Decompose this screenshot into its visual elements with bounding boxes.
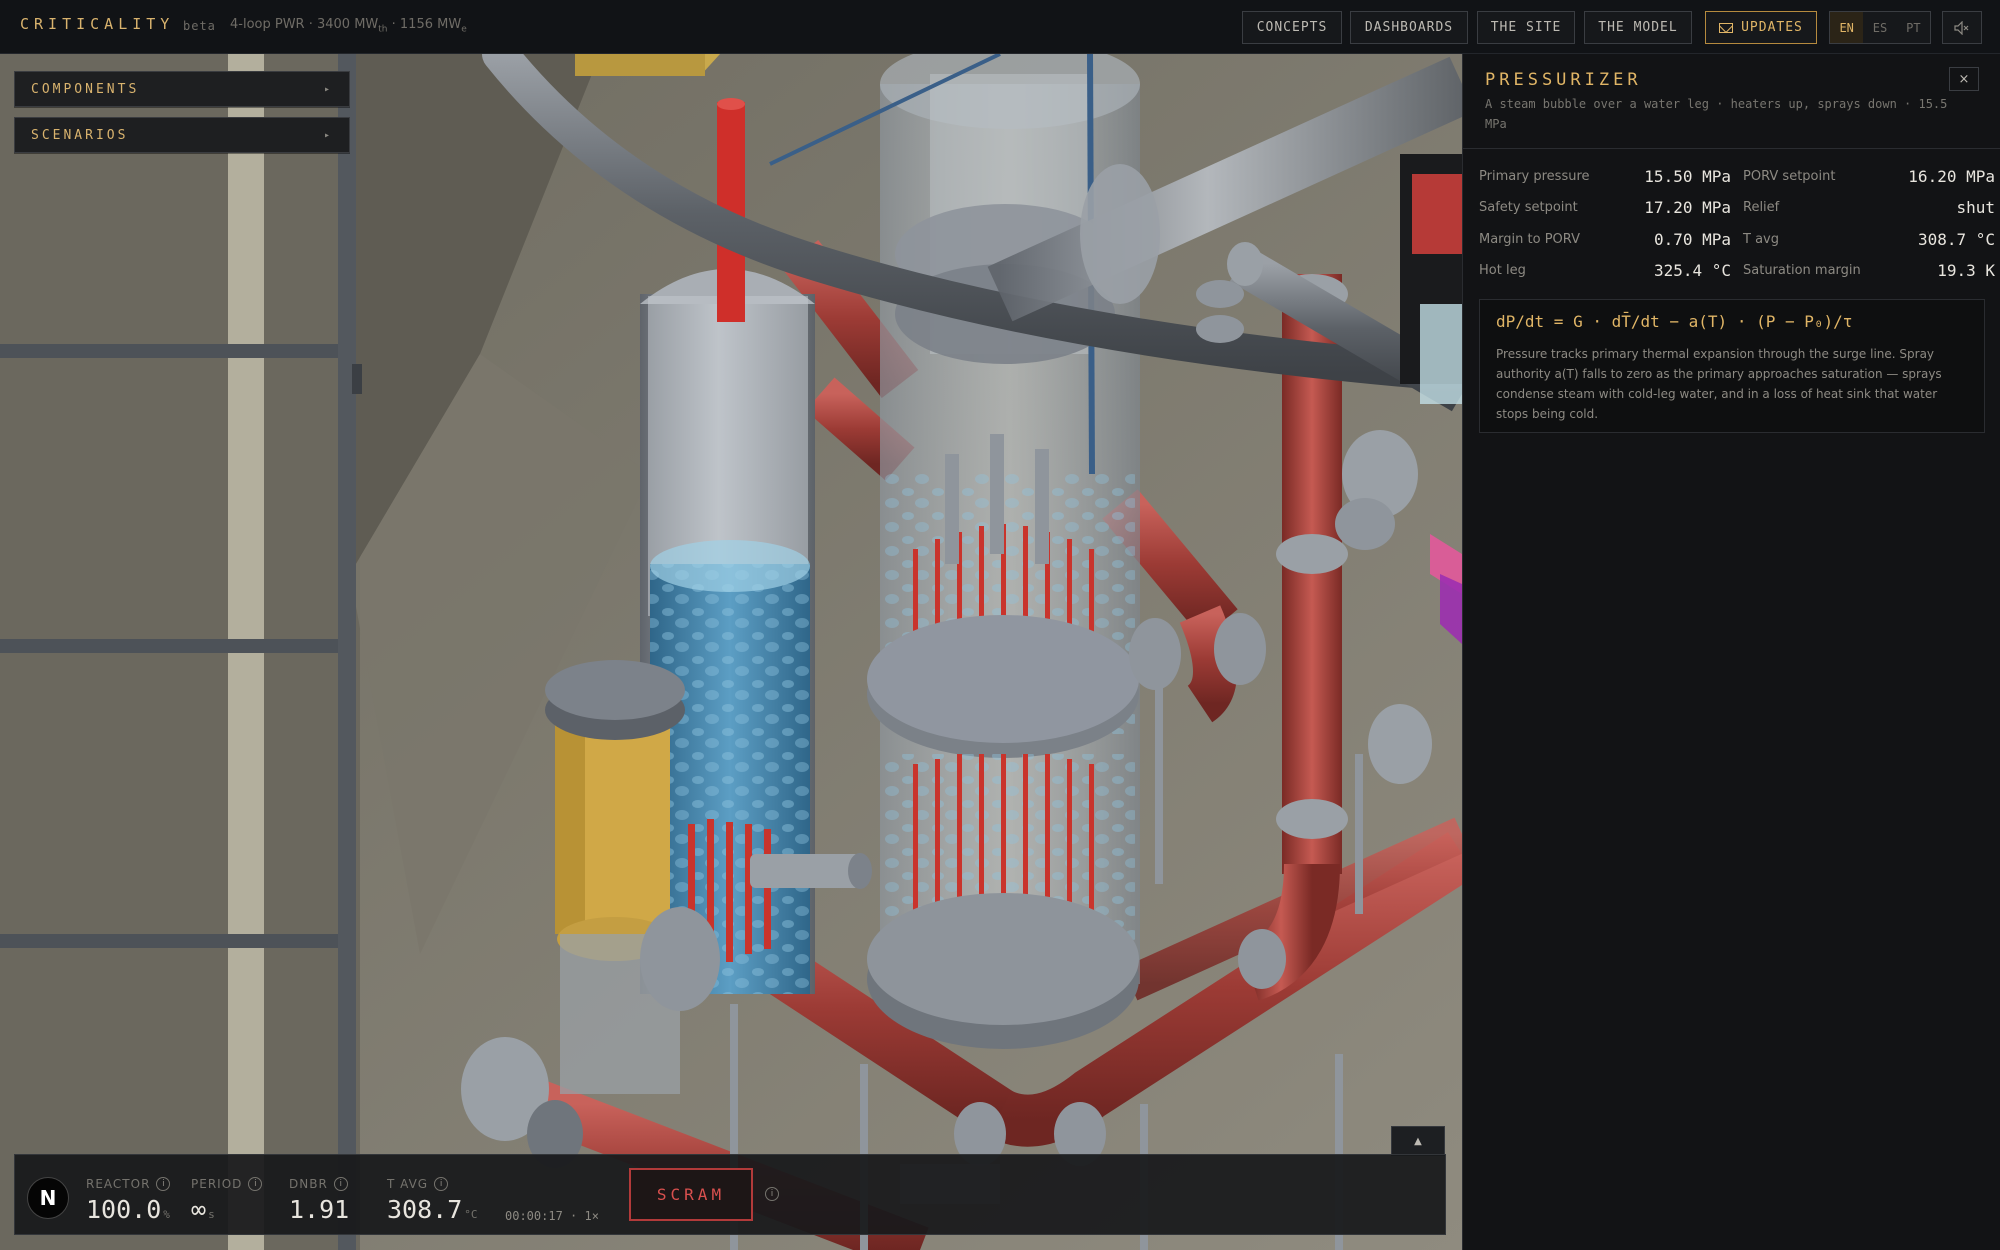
spec-main: 4-loop PWR · 3400 MW — [230, 17, 379, 32]
spec-sub-thermal: th — [378, 24, 388, 35]
lang-es-button[interactable]: ES — [1863, 12, 1896, 43]
mail-icon — [1719, 22, 1734, 33]
app-logo-icon[interactable]: N — [27, 1177, 69, 1219]
stat-row: Hot leg 325.4 °C — [1479, 255, 1731, 285]
model-explanation: Pressure tracks primary thermal expansio… — [1496, 347, 1942, 421]
nav-dashboards-button[interactable]: DASHBOARDS — [1350, 11, 1468, 44]
metric-unit: °C — [464, 1208, 478, 1221]
divider — [1463, 148, 2000, 149]
reactor-3d-view[interactable] — [0, 54, 1462, 1250]
metric-unit: % — [163, 1208, 170, 1221]
metric-label: PERIOD — [191, 1177, 243, 1191]
stat-key: PORV setpoint — [1743, 168, 1836, 184]
metric-t-avg: T AVG i 308.7 °C — [387, 1177, 478, 1224]
stat-value: 325.4 °C — [1653, 260, 1731, 280]
panel-subtitle: A steam bubble over a water leg · heater… — [1485, 97, 1948, 131]
nav-concepts-button[interactable]: CONCEPTS — [1242, 11, 1342, 44]
nav-the-model-button[interactable]: THE MODEL — [1584, 11, 1692, 44]
spec-sub-electric: e — [461, 24, 467, 35]
metric-unit: s — [208, 1208, 215, 1221]
expand-status-button[interactable]: ▲ — [1391, 1126, 1445, 1156]
panel-title: PRESSURIZER — [1485, 70, 1642, 90]
scenarios-label: SCENARIOS — [31, 127, 129, 143]
stat-value: 16.20 MPa — [1908, 166, 1995, 186]
metric-period: PERIOD i ∞ s — [191, 1177, 263, 1224]
close-icon[interactable]: × — [1949, 67, 1979, 91]
reactor-scene[interactable]: COMPONENTS ▸ SCENARIOS ▸ — [0, 54, 1462, 1250]
stat-key: Saturation margin — [1743, 262, 1861, 278]
metric-dnbr: DNBR i 1.91 — [289, 1177, 349, 1224]
updates-label: UPDATES — [1741, 20, 1803, 35]
lang-pt-button[interactable]: PT — [1897, 12, 1930, 43]
updates-button[interactable]: UPDATES — [1705, 11, 1817, 44]
info-icon[interactable]: i — [156, 1177, 171, 1191]
stat-key: T avg — [1743, 231, 1779, 247]
stat-row: Margin to PORV 0.70 MPa — [1479, 224, 1731, 254]
metric-label: DNBR — [289, 1177, 328, 1191]
stat-row: Safety setpoint 17.20 MPa — [1479, 192, 1731, 222]
spec-mid: · 1156 MW — [387, 17, 462, 32]
stat-value: 15.50 MPa — [1644, 166, 1731, 186]
stat-key: Relief — [1743, 199, 1780, 215]
stat-value: 19.3 K — [1937, 260, 1995, 280]
lang-en-button[interactable]: EN — [1830, 12, 1864, 43]
metric-value: ∞ — [191, 1195, 207, 1224]
components-menu-button[interactable]: COMPONENTS ▸ — [14, 71, 350, 107]
model-equation-card: dP/dt = G · dT̄/dt − a(T) · (P − P₀)/τ P… — [1479, 299, 1985, 433]
mute-button[interactable] — [1942, 11, 1982, 44]
plant-spec: 4-loop PWR · 3400 MWth · 1156 MWe — [230, 17, 467, 35]
metric-label: T AVG — [387, 1177, 429, 1191]
top-bar: CRITICALITY beta 4-loop PWR · 3400 MWth … — [0, 0, 2000, 54]
status-bar: N REACTOR i 100.0% PERIOD i ∞ s DNBR i 1.91 … — [14, 1154, 1446, 1235]
chevron-right-icon: ▸ — [323, 83, 333, 95]
components-label: COMPONENTS — [31, 81, 140, 97]
stat-key: Hot leg — [1479, 262, 1526, 278]
component-detail-panel: PRESSURIZER × A steam bubble over a wate… — [1462, 54, 2000, 1250]
speaker-muted-icon — [1954, 20, 1969, 35]
info-icon[interactable]: i — [765, 1187, 779, 1201]
brand-logo[interactable]: CRITICALITY — [20, 15, 174, 33]
metric-value: 1.91 — [289, 1195, 350, 1224]
stat-row: Saturation margin 19.3 K — [1743, 255, 1995, 285]
scram-button[interactable]: SCRAM — [629, 1168, 753, 1221]
metric-value: 308.7 — [387, 1195, 463, 1224]
info-icon[interactable]: i — [248, 1177, 263, 1191]
stat-key: Safety setpoint — [1479, 199, 1578, 215]
metric-label: REACTOR — [86, 1177, 151, 1191]
beta-badge: beta — [183, 19, 216, 33]
stat-row: Primary pressure 15.50 MPa — [1479, 161, 1731, 191]
stat-key: Primary pressure — [1479, 168, 1590, 184]
stat-row: T avg 308.7 °C — [1743, 224, 1995, 254]
nav-the-site-button[interactable]: THE SITE — [1477, 11, 1575, 44]
info-icon[interactable]: i — [333, 1177, 348, 1191]
stat-row: PORV setpoint 16.20 MPa — [1743, 161, 1995, 191]
stat-key: Margin to PORV — [1479, 231, 1581, 247]
stat-value: 308.7 °C — [1917, 229, 1995, 249]
sim-clock: 00:00:17 · 1× — [505, 1209, 599, 1223]
chevron-right-icon: ▸ — [323, 129, 333, 141]
info-icon[interactable]: i — [434, 1177, 449, 1191]
scenarios-menu-button[interactable]: SCENARIOS ▸ — [14, 117, 350, 153]
metric-value: 100.0 — [86, 1195, 162, 1224]
stat-value: 0.70 MPa — [1653, 229, 1731, 249]
model-equation: dP/dt = G · dT̄/dt − a(T) · (P − P₀)/τ — [1496, 312, 1853, 331]
language-switcher: EN ES PT — [1829, 11, 1931, 44]
stat-value: shut — [1956, 197, 1995, 217]
metric-reactor-power: REACTOR i 100.0% — [86, 1177, 171, 1224]
stat-value: 17.20 MPa — [1644, 197, 1731, 217]
stat-row: Relief shut — [1743, 192, 1995, 222]
